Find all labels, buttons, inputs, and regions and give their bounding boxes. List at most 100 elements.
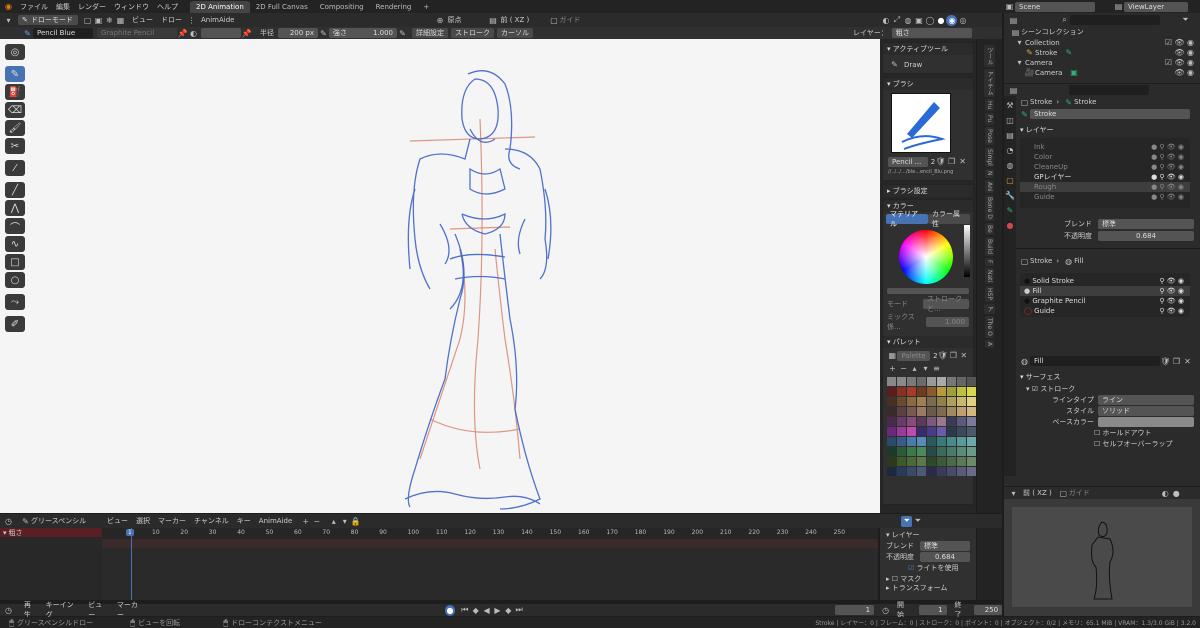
sidebar-tab-11[interactable]: F	[985, 258, 994, 266]
palette-swatch[interactable]	[927, 457, 936, 466]
palette-swatch[interactable]	[967, 437, 976, 446]
box-tool[interactable]: □	[5, 254, 25, 270]
current-frame-field[interactable]: 1	[834, 605, 875, 615]
palette-swatch[interactable]	[887, 447, 896, 456]
palette-swatch[interactable]	[937, 457, 946, 466]
dope-menu-animaide[interactable]: AnimAide	[259, 517, 292, 525]
palette-swatch[interactable]	[947, 407, 956, 416]
outliner-row-collection[interactable]: ▾ Collection ☑ 👁 ◉	[1004, 37, 1200, 47]
origin-selector[interactable]: 原点	[447, 15, 487, 25]
palette-swatch[interactable]	[927, 417, 936, 426]
scene-selector[interactable]: Scene	[1015, 1, 1095, 12]
brush-settings-panel[interactable]: ▸ ブラシ設定	[882, 184, 974, 197]
brush-settings-header[interactable]: ▸ ブラシ設定	[883, 185, 973, 197]
palette-swatch[interactable]	[917, 467, 926, 476]
palette-swatch[interactable]	[947, 467, 956, 476]
palette-swatch[interactable]	[947, 437, 956, 446]
palette-swatch[interactable]	[887, 397, 896, 406]
material-row-guide[interactable]: ◯ Guide ⚲ 👁 ◉	[1020, 306, 1190, 316]
dope-add-icon[interactable]: +	[300, 516, 311, 527]
palette-swatch[interactable]	[887, 377, 896, 386]
add-workspace-button[interactable]: +	[417, 1, 435, 13]
use-lights-checkbox[interactable]: ☑	[908, 564, 917, 572]
editor-type-icon[interactable]: ▾	[3, 15, 14, 26]
palette-swatch[interactable]	[947, 377, 956, 386]
value-slider[interactable]	[964, 225, 970, 277]
frame-tick-label[interactable]: 110	[436, 529, 447, 536]
palette-swatch[interactable]	[927, 467, 936, 476]
palette-swatch[interactable]	[927, 427, 936, 436]
props-blend-selector[interactable]: 標準	[1098, 219, 1194, 229]
layer-row-ink[interactable]: Ink ● ⚲ 👁 ◉	[1020, 142, 1190, 152]
render-props-icon[interactable]: ◫	[1005, 115, 1016, 126]
self-overlap-checkbox[interactable]: ☐	[1094, 440, 1103, 448]
frame-tick-label[interactable]: 30	[209, 529, 217, 536]
sidebar-tab-9[interactable]: Be	[985, 223, 994, 236]
sidebar-tab-14[interactable]: ア	[984, 303, 995, 314]
workspace-tab-2d-animation[interactable]: 2D Animation	[190, 0, 250, 13]
material-row-fill[interactable]: ● Fill ⚲ 👁 ◉	[1020, 286, 1190, 296]
line-tool[interactable]: ╱	[5, 182, 25, 198]
output-props-icon[interactable]: ▤	[1005, 130, 1016, 141]
palette-swatch[interactable]	[947, 457, 956, 466]
curve-tool[interactable]: ∿	[5, 236, 25, 252]
palette-swatch[interactable]	[897, 427, 906, 436]
sidebar-tab-6[interactable]: N	[985, 169, 994, 178]
start-frame-field[interactable]: 1	[918, 605, 947, 615]
palette-add-icon[interactable]: +	[887, 363, 898, 374]
erase-tool[interactable]: ⌫	[5, 102, 25, 118]
mini-shading-icon-2[interactable]: ●	[1171, 488, 1182, 499]
color-wheel[interactable]	[899, 230, 953, 284]
palette-swatch[interactable]	[947, 397, 956, 406]
palette-swatch[interactable]	[917, 397, 926, 406]
material-props-icon[interactable]: ●	[1005, 220, 1016, 231]
palette-swatch[interactable]	[937, 387, 946, 396]
outliner-row-stroke[interactable]: ✎ Stroke ✎ 👁 ◉	[1004, 47, 1200, 57]
guide-label[interactable]: ガイド	[559, 15, 580, 25]
palette-swatch[interactable]	[887, 427, 896, 436]
palette-swatch[interactable]	[927, 387, 936, 396]
brush-path[interactable]: //../../.../ble...encil_Blu.png	[888, 169, 953, 175]
material-sphere-icon[interactable]: ◐	[188, 28, 199, 39]
frame-tick-label[interactable]: 140	[521, 529, 532, 536]
mask-arrow[interactable]: ▸ ☐	[886, 575, 900, 583]
sidebar-tab-13[interactable]: HSP	[985, 285, 994, 302]
mat-copy-icon[interactable]: ❐	[1171, 356, 1182, 367]
dopesheet-editor-icon[interactable]: ◷	[3, 516, 14, 527]
dopesheet-mode[interactable]: グリースペンシル	[31, 516, 101, 526]
record-icon[interactable]: ●	[444, 604, 456, 616]
blender-logo-icon[interactable]: ◉	[3, 1, 14, 12]
dope-up-icon[interactable]: ▴	[328, 516, 339, 527]
frame-tick-label[interactable]: 70	[322, 529, 330, 536]
mat-unlink-icon[interactable]: ✕	[1182, 356, 1193, 367]
palette-swatch[interactable]	[947, 427, 956, 436]
palette-swatch[interactable]	[897, 407, 906, 416]
shading-wire-icon[interactable]: ◯	[924, 15, 935, 26]
tint-tool[interactable]: 🖌	[5, 120, 25, 136]
palette-swatch[interactable]	[887, 417, 896, 426]
layer-selector[interactable]: 粗さ	[891, 28, 972, 38]
frame-tick-label[interactable]: 210	[720, 529, 731, 536]
palette-down-icon[interactable]: ▾	[920, 363, 931, 374]
palette-swatch[interactable]	[887, 457, 896, 466]
palette-swatch[interactable]	[967, 457, 976, 466]
sidebar-tab-12[interactable]: Nati	[985, 267, 994, 284]
frame-tick-label[interactable]: 240	[805, 529, 816, 536]
channel-row-rough[interactable]: ▾ 粗さ	[0, 528, 102, 537]
frame-tick-label[interactable]: 90	[379, 529, 387, 536]
frame-tick-label[interactable]: 50	[266, 529, 274, 536]
palette-swatch[interactable]	[937, 427, 946, 436]
palette-swatch[interactable]	[937, 407, 946, 416]
mini-guide-icon[interactable]: ▢	[1058, 488, 1069, 499]
holdout-checkbox[interactable]: ☐	[1094, 429, 1103, 437]
menu-view[interactable]: ビュー	[132, 15, 153, 25]
mode-selector[interactable]: ✎ ドローモード	[18, 15, 78, 25]
frame-tick-label[interactable]: 170	[606, 529, 617, 536]
snowflake-icon[interactable]: ❄	[104, 15, 115, 26]
brush-header[interactable]: ▾ ブラシ	[883, 78, 973, 90]
frame-tick-label[interactable]: 200	[692, 529, 703, 536]
frame-tick-label[interactable]: 130	[493, 529, 504, 536]
material-name-field[interactable]: Fill	[1030, 356, 1160, 366]
mini-viewport[interactable]: ▾ 前 ( XZ ) ▢ ガイド ◐ ●	[1004, 487, 1200, 616]
palette-swatch[interactable]	[897, 377, 906, 386]
